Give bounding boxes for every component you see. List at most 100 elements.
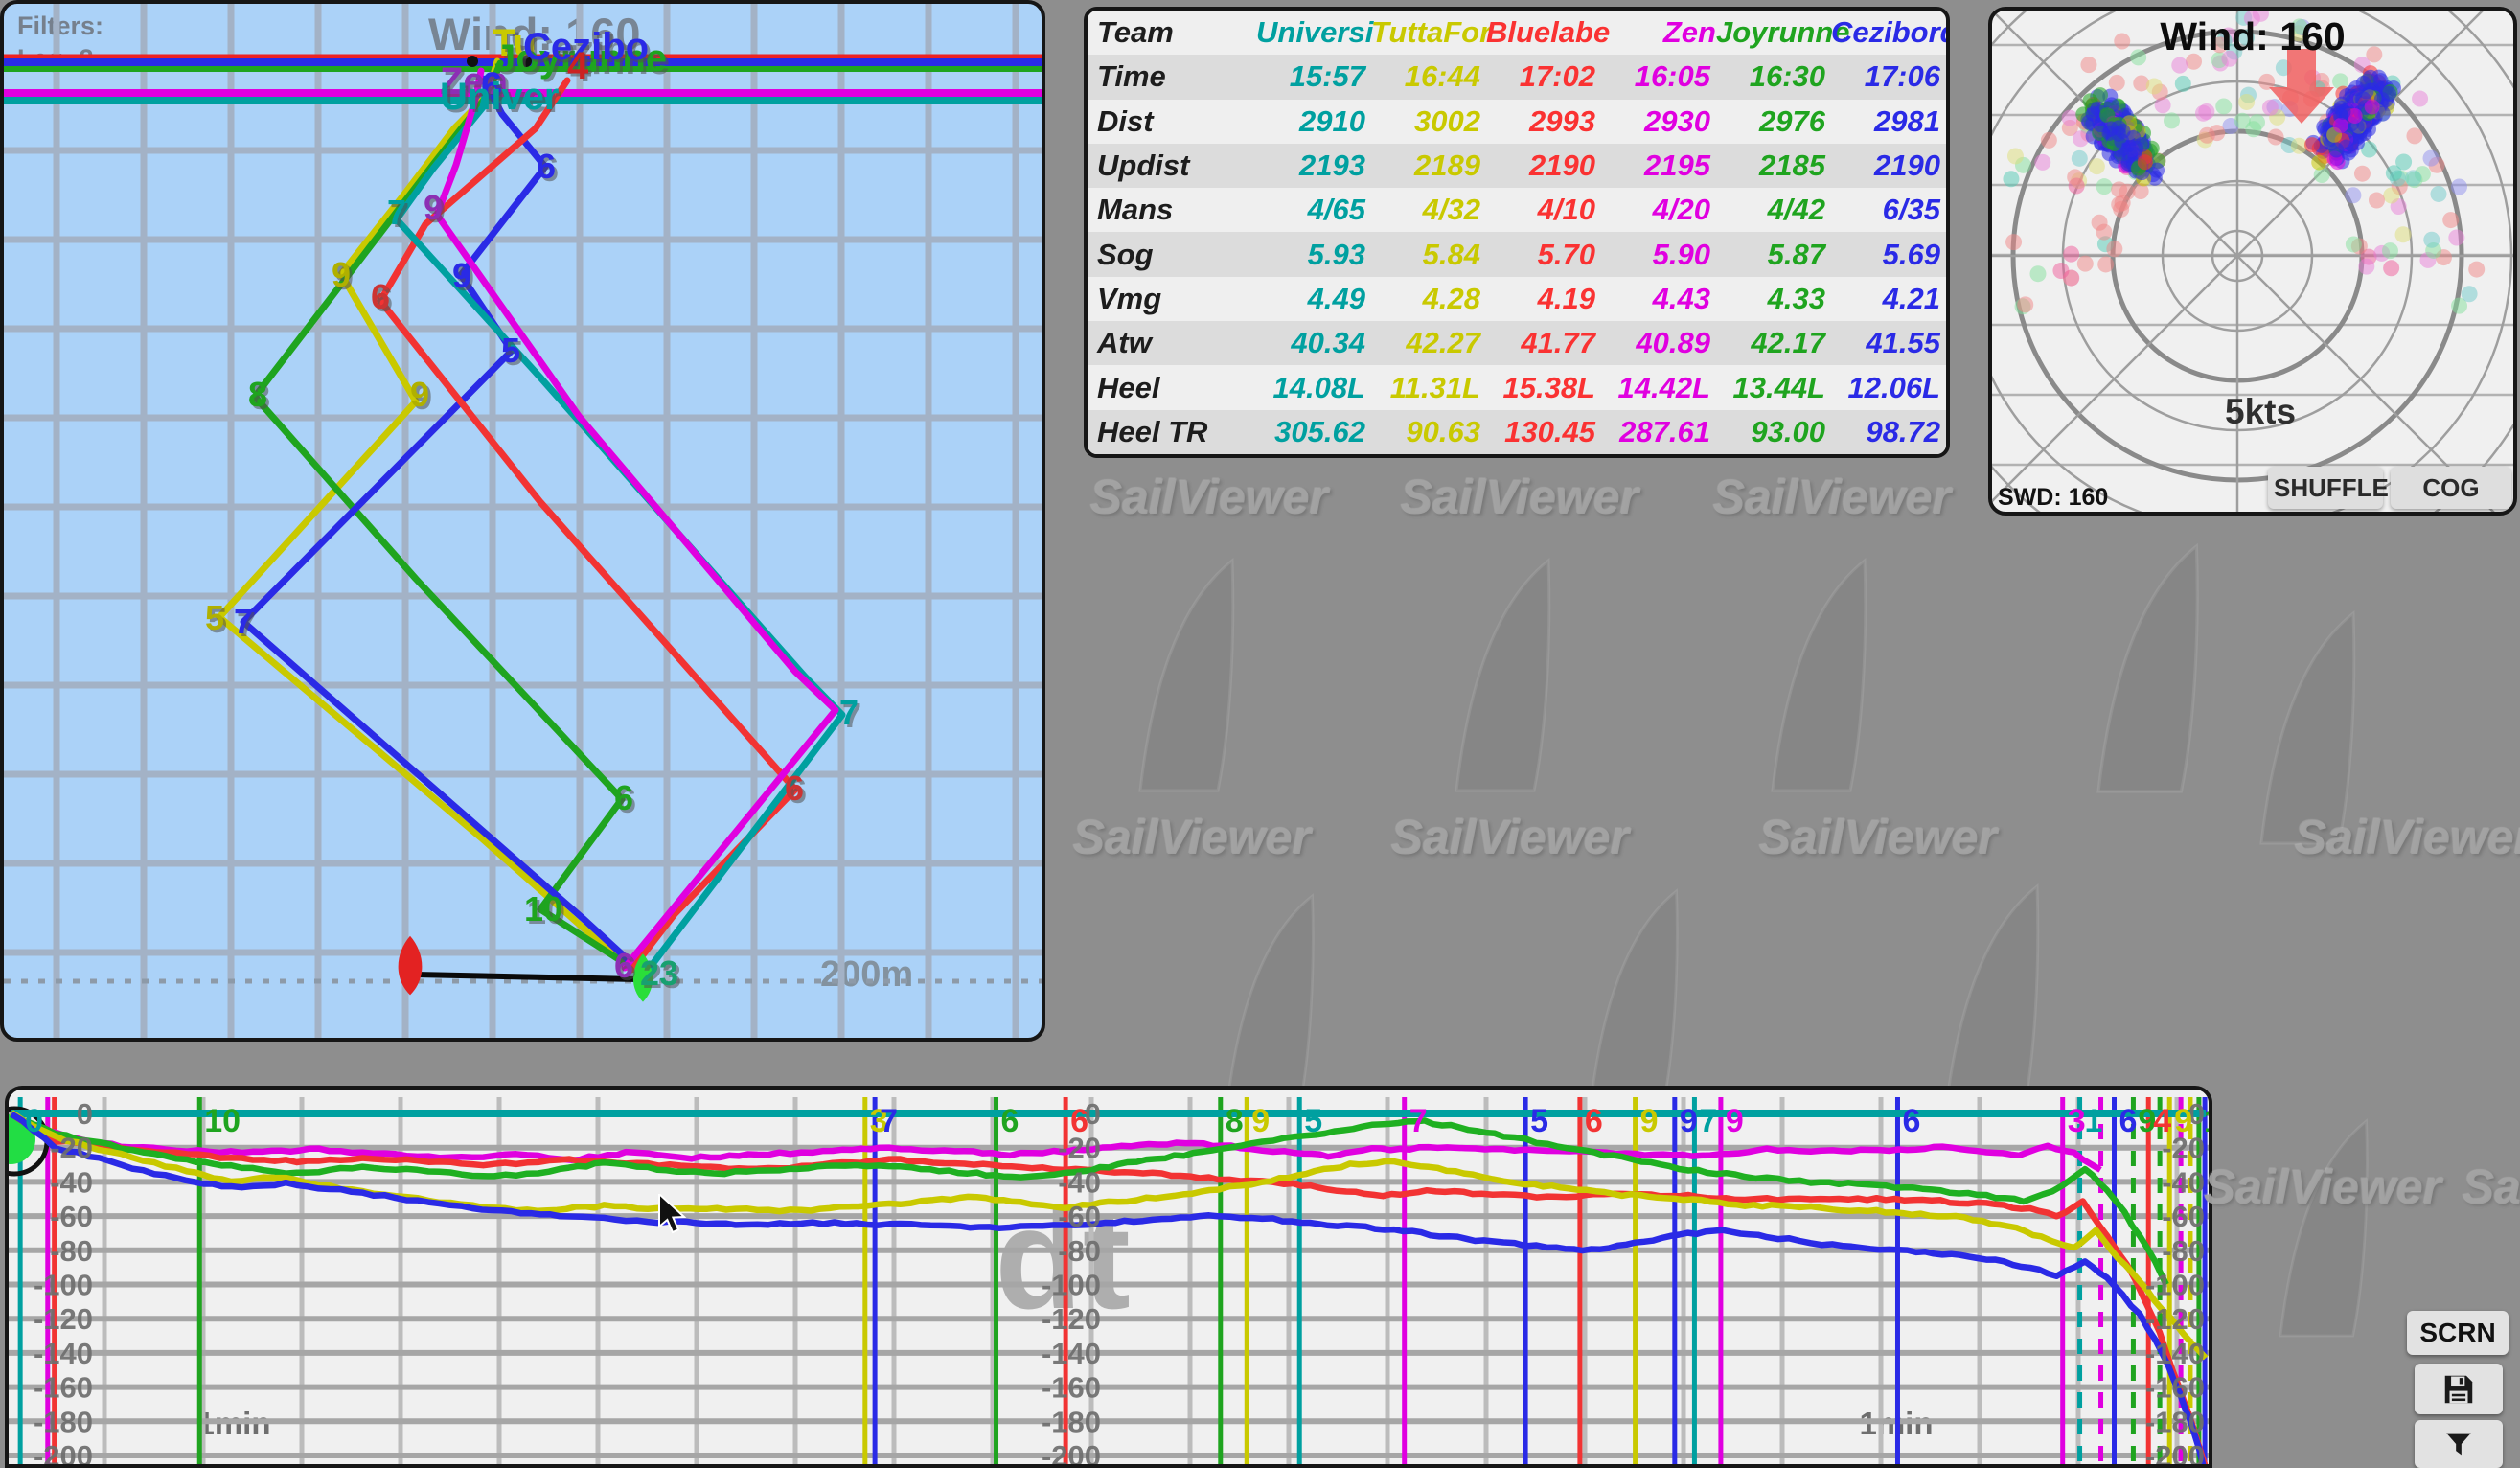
event-marker-label: 7 bbox=[1409, 1103, 1428, 1139]
track-universi bbox=[397, 79, 842, 975]
stat-row-label: Sog bbox=[1088, 232, 1256, 276]
stat-value: 5.90 bbox=[1601, 232, 1716, 276]
polar-point bbox=[2041, 132, 2057, 149]
team-name[interactable]: Zen bbox=[1601, 11, 1716, 55]
stat-row-label: Heel TR bbox=[1088, 410, 1256, 454]
stat-value: 41.77 bbox=[1486, 321, 1601, 365]
team-name[interactable]: Joyrunne bbox=[1716, 11, 1831, 55]
stat-row-label: Time bbox=[1088, 55, 1256, 99]
y-tick-label: -120 bbox=[2145, 1302, 2205, 1336]
boat-tracks-map: 77996699669988559955777766661010662323Tu… bbox=[4, 4, 1045, 1042]
polar-point bbox=[2106, 241, 2122, 257]
stat-value: 11.31L bbox=[1371, 365, 1486, 409]
y-tick-label: -140 bbox=[2145, 1337, 2205, 1370]
polar-point bbox=[2171, 57, 2188, 74]
event-marker-label: 9 bbox=[1251, 1103, 1270, 1139]
stat-value: 16:05 bbox=[1601, 55, 1716, 99]
polar-point bbox=[2405, 170, 2421, 186]
event-marker-label: 6 bbox=[2119, 1103, 2138, 1139]
sail-silhouette bbox=[1591, 891, 1677, 1106]
filter-button[interactable] bbox=[2415, 1420, 2503, 1468]
event-marker-label: 6 bbox=[1902, 1103, 1920, 1139]
team-stats-panel[interactable]: TeamUniversiTuttaForBluelabeZenJoyrunneC… bbox=[1084, 7, 1950, 458]
stat-value: 41.55 bbox=[1831, 321, 1946, 365]
sailviewer-watermark: SailViewer bbox=[2463, 1159, 2520, 1215]
event-marker-label: 1 bbox=[2204, 1103, 2209, 1139]
stats-row-sog: Sog5.935.845.705.905.875.69 bbox=[1088, 232, 1946, 276]
y-tick-label: -160 bbox=[34, 1371, 93, 1405]
sailviewer-watermark: SailViewer bbox=[2204, 1159, 2441, 1215]
stat-value: 4.21 bbox=[1831, 277, 1946, 321]
y-tick-label: -100 bbox=[34, 1269, 93, 1302]
sailviewer-watermark: SailViewer bbox=[1391, 810, 1629, 865]
polar-point bbox=[2268, 129, 2284, 146]
polar-point bbox=[2005, 234, 2022, 250]
map-label: 9 bbox=[332, 255, 351, 294]
boat-tracks bbox=[219, 61, 842, 975]
race-map-panel[interactable]: Filters: Leg: 2 Wind: 160 200m 779966996… bbox=[0, 0, 1045, 1042]
team-name[interactable]: TuttaFor bbox=[1371, 11, 1486, 55]
polar-point bbox=[2354, 166, 2371, 182]
cog-button[interactable]: COG bbox=[2391, 467, 2511, 509]
y-tick-label: -40 bbox=[2162, 1165, 2205, 1199]
y-tick-label: -20 bbox=[50, 1132, 93, 1165]
polar-point bbox=[2067, 169, 2083, 185]
polar-point bbox=[2423, 150, 2440, 167]
stat-value: 2981 bbox=[1831, 100, 1946, 144]
polar-point bbox=[2034, 154, 2050, 171]
event-marker-label: 6 bbox=[1070, 1103, 1088, 1139]
stat-value: 4.33 bbox=[1716, 277, 1831, 321]
polar-point bbox=[2373, 73, 2389, 88]
y-tick-label: -180 bbox=[1042, 1405, 1101, 1438]
stat-value: 15:57 bbox=[1256, 55, 1371, 99]
stat-row-label: Updist bbox=[1088, 144, 1256, 188]
team-name[interactable]: Bluelabe bbox=[1486, 11, 1601, 55]
team-name[interactable]: Universi bbox=[1256, 11, 1371, 55]
stat-value: 287.61 bbox=[1601, 410, 1716, 454]
polar-point bbox=[2077, 256, 2094, 272]
polar-point bbox=[2215, 98, 2232, 114]
save-button[interactable] bbox=[2415, 1364, 2503, 1414]
dt-series bbox=[11, 1112, 2206, 1468]
stat-value: 2190 bbox=[1486, 144, 1601, 188]
polar-point bbox=[2096, 178, 2113, 195]
stat-value: 40.89 bbox=[1601, 321, 1716, 365]
polar-point bbox=[2062, 110, 2078, 126]
polar-plot-panel[interactable]: Wind: 160 5kts SWD: 160 SHUFFLE COG bbox=[1988, 7, 2517, 516]
stat-value: 4/32 bbox=[1371, 188, 1486, 232]
polar-point bbox=[2448, 229, 2464, 245]
event-marker-label: 9 bbox=[1726, 1103, 1744, 1139]
shuffle-button[interactable]: SHUFFLE bbox=[2268, 467, 2383, 509]
table-header-row: TeamUniversiTuttaForBluelabeZenJoyrunneC… bbox=[1088, 11, 1946, 55]
stat-value: 98.72 bbox=[1831, 410, 1946, 454]
polar-point bbox=[2365, 99, 2380, 114]
polar-point bbox=[2412, 91, 2428, 107]
stat-value: 4.49 bbox=[1256, 277, 1371, 321]
sailviewer-watermark: SailViewer bbox=[1713, 470, 1951, 525]
track-zen bbox=[437, 71, 836, 968]
sail-silhouette bbox=[2261, 613, 2354, 843]
polar-point bbox=[2333, 118, 2348, 133]
y-tick-label: -120 bbox=[34, 1302, 93, 1336]
polar-point bbox=[2063, 246, 2079, 263]
stat-value: 4/10 bbox=[1486, 188, 1601, 232]
event-marker-label: 6 bbox=[1585, 1103, 1603, 1139]
floppy-disk-icon bbox=[2440, 1371, 2477, 1408]
y-tick-label: 0 bbox=[77, 1097, 93, 1131]
stat-value: 13.44L bbox=[1716, 365, 1831, 409]
stat-value: 42.27 bbox=[1371, 321, 1486, 365]
screenshot-button[interactable]: SCRN bbox=[2407, 1311, 2509, 1355]
dt-chart-panel[interactable]: dt 1min 1min 0-20-40-60-80-100-120-140-1… bbox=[5, 1086, 2212, 1468]
team-name[interactable]: Cezibord bbox=[1831, 11, 1946, 55]
y-tick-label: -40 bbox=[50, 1165, 93, 1199]
polar-point bbox=[2111, 181, 2127, 197]
stat-value: 2976 bbox=[1716, 100, 1831, 144]
pin-boat-red bbox=[399, 936, 423, 996]
map-label: 8 bbox=[248, 375, 267, 414]
stat-row-label: Atw bbox=[1088, 321, 1256, 365]
polar-point bbox=[2175, 76, 2191, 92]
stat-value: 17:02 bbox=[1486, 55, 1601, 99]
stat-value: 6/35 bbox=[1831, 188, 1946, 232]
sailviewer-watermark: SailViewer bbox=[1401, 470, 1638, 525]
stats-row-heel: Heel14.08L11.31L15.38L14.42L13.44L12.06L bbox=[1088, 365, 1946, 409]
